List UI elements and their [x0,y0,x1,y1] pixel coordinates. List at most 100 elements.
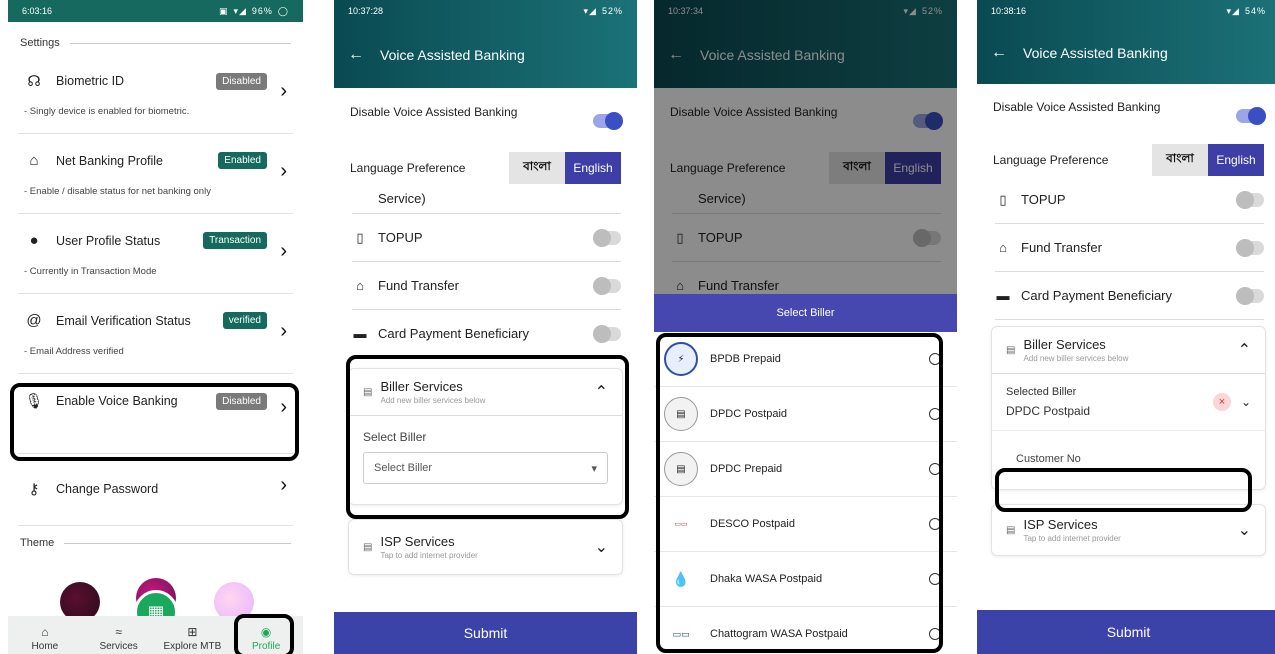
highlight-box [234,614,294,654]
setting-label: Email Verification Status [56,313,191,328]
page-title: Voice Assisted Banking [1023,45,1168,61]
setting-email[interactable]: @ Email Verification Status verified - Ema… [18,294,293,374]
topup-toggle[interactable] [1236,190,1264,209]
card-icon: ▬ [996,288,1010,303]
card-payment-toggle[interactable] [593,324,621,343]
lang-bangla-button[interactable]: বাংলা [509,152,565,184]
status-bar: 10:37:28 ▾◢ 52% [334,0,637,22]
card-icon: ▬ [353,326,367,341]
card-payment-toggle[interactable] [1236,286,1264,305]
fingerprint-icon: ☊ [27,73,41,90]
biller-title: Biller Services [1023,337,1106,352]
highlight-box [10,383,299,461]
selected-biller-row[interactable]: Selected Biller DPDC Postpaid × ⌄ [992,373,1265,430]
selected-biller-value: DPDC Postpaid [1006,404,1091,418]
lang-english-button[interactable]: English [565,152,621,184]
disable-voice-row: Disable Voice Assisted Banking [334,88,637,136]
status-time: 6:03:16 [22,6,53,16]
chevron-right-icon: › [280,240,287,262]
building-icon: ▤ [1006,524,1016,536]
nav-services[interactable]: ≈ Services [89,625,149,652]
setting-change-password[interactable]: ⚷ Change Password › [18,454,293,526]
list-item-topup[interactable]: ▯ TOPUP [995,176,1264,224]
lang-english-button[interactable]: English [1208,144,1264,176]
language-row: Language Preference বাংলা English [977,144,1275,176]
setting-net-banking[interactable]: ⌂ Net Banking Profile Enabled - Enable / d… [18,134,293,214]
highlight-box [346,355,629,519]
item-label: Fund Transfer [1021,240,1102,255]
setting-biometric[interactable]: ☊ Biometric ID Disabled - Singly device is… [18,54,293,134]
submit-button[interactable]: Submit [977,610,1275,654]
modal-overlay[interactable] [654,0,957,294]
list-item-fund-transfer[interactable]: ⌂ Fund Transfer [995,224,1264,272]
status-bar: 10:38:16 ▾◢ 54% [977,0,1275,22]
list-item-service[interactable]: Service) [352,184,621,214]
page-title: Voice Assisted Banking [380,47,525,63]
setting-label: Biometric ID [56,74,125,88]
chevron-right-icon: › [280,80,287,102]
biller-sub: Add new biller services below [1023,354,1129,363]
status-bar: 6:03:16 ▣ ▾◢ 96% ◯ [8,0,303,22]
nav-explore[interactable]: ⊞ Explore MTB [162,625,222,652]
language-row: Language Preference বাংলা English [334,152,637,184]
biller-services-header[interactable]: ▤ Biller Services Add new biller services … [992,327,1265,373]
nfc-icon: ▣ [218,5,229,16]
submit-button[interactable]: Submit [334,612,637,654]
isp-services-header[interactable]: ▤ ISP Services Tap to add internet provide… [349,520,622,574]
fund-transfer-toggle[interactable] [1236,238,1264,257]
nav-home[interactable]: ⌂ Home [15,625,75,652]
list-item-card-payment[interactable]: ▬ Card Payment Beneficiary [352,310,621,358]
status-badge: Enabled [218,152,267,169]
chevron-down-icon[interactable]: ⌄ [1241,395,1251,409]
app-bar: ← Voice Assisted Banking [334,22,637,88]
disable-voice-label: Disable Voice Assisted Banking [993,100,1161,114]
phone-settings: 6:03:16 ▣ ▾◢ 96% ◯ Settings ☊ Biometric ID Di… [8,0,303,654]
chevron-right-icon: › [280,160,287,182]
clear-icon[interactable]: × [1212,393,1231,411]
disable-voice-label: Disable Voice Assisted Banking [350,105,518,119]
isp-services-card[interactable]: ▤ ISP Services Tap to add internet provide… [348,519,623,575]
back-arrow-icon[interactable]: ← [348,46,364,64]
disable-voice-toggle[interactable] [1236,107,1266,125]
chevron-right-icon: › [280,474,287,496]
language-label: Language Preference [993,153,1109,167]
biller-services-card: ▤ Biller Services Add new biller services … [991,326,1266,490]
status-time: 10:38:16 [991,6,1027,16]
language-toggle: বাংলা English [1152,144,1264,176]
nav-label: Explore MTB [163,641,222,652]
isp-title: ISP Services [1023,517,1098,532]
building-icon: ▤ [1006,344,1016,356]
bank-icon: ⌂ [356,278,364,293]
topup-toggle[interactable] [593,228,621,247]
theme-header: Theme [8,532,303,554]
app-bar: ← Voice Assisted Banking [977,22,1275,84]
setting-sub: - Enable / disable status for net bankin… [24,186,211,197]
list-item-fund-transfer[interactable]: ⌂ Fund Transfer [352,262,621,310]
item-label: Card Payment Beneficiary [378,326,530,341]
user-check-icon: ● [29,232,39,249]
setting-sub: - Singly device is enabled for biometric… [24,106,190,117]
isp-services-header[interactable]: ▤ ISP Services Tap to add internet provide… [992,505,1265,555]
lang-bangla-button[interactable]: বাংলা [1152,144,1208,176]
phone-biller-selected: 10:38:16 ▾◢ 54% ← Voice Assisted Banking … [977,0,1275,654]
list-item-card-payment[interactable]: ▬ Card Payment Beneficiary [995,272,1264,320]
list-item-topup[interactable]: ▯ TOPUP [352,214,621,262]
selected-biller-label: Selected Biller [1006,386,1077,398]
back-arrow-icon[interactable]: ← [991,44,1007,62]
setting-user-profile[interactable]: ● User Profile Status Transaction - Curren… [18,214,293,294]
phone-voice-banking: 10:37:28 ▾◢ 52% ← Voice Assisted Banking … [334,0,637,654]
disable-voice-row: Disable Voice Assisted Banking [977,84,1275,130]
setting-label: Net Banking Profile [56,153,164,168]
bank-icon: ⌂ [999,240,1007,255]
fund-transfer-toggle[interactable] [593,276,621,295]
settings-header: Settings [8,32,303,54]
battery-text: 54% [1244,6,1266,16]
setting-sub: - Currently in Transaction Mode [24,266,157,277]
disable-voice-toggle[interactable] [593,112,623,130]
isp-sub: Tap to add internet provider [1023,534,1121,543]
status-badge: verified [222,312,267,329]
bank-icon: ⌂ [29,152,39,169]
phone-select-biller: 10:37:34 ▾◢ 52% ← Voice Assisted Banking … [654,0,957,654]
nav-label: Services [99,641,138,652]
chevron-up-icon: ⌃ [1237,342,1251,359]
